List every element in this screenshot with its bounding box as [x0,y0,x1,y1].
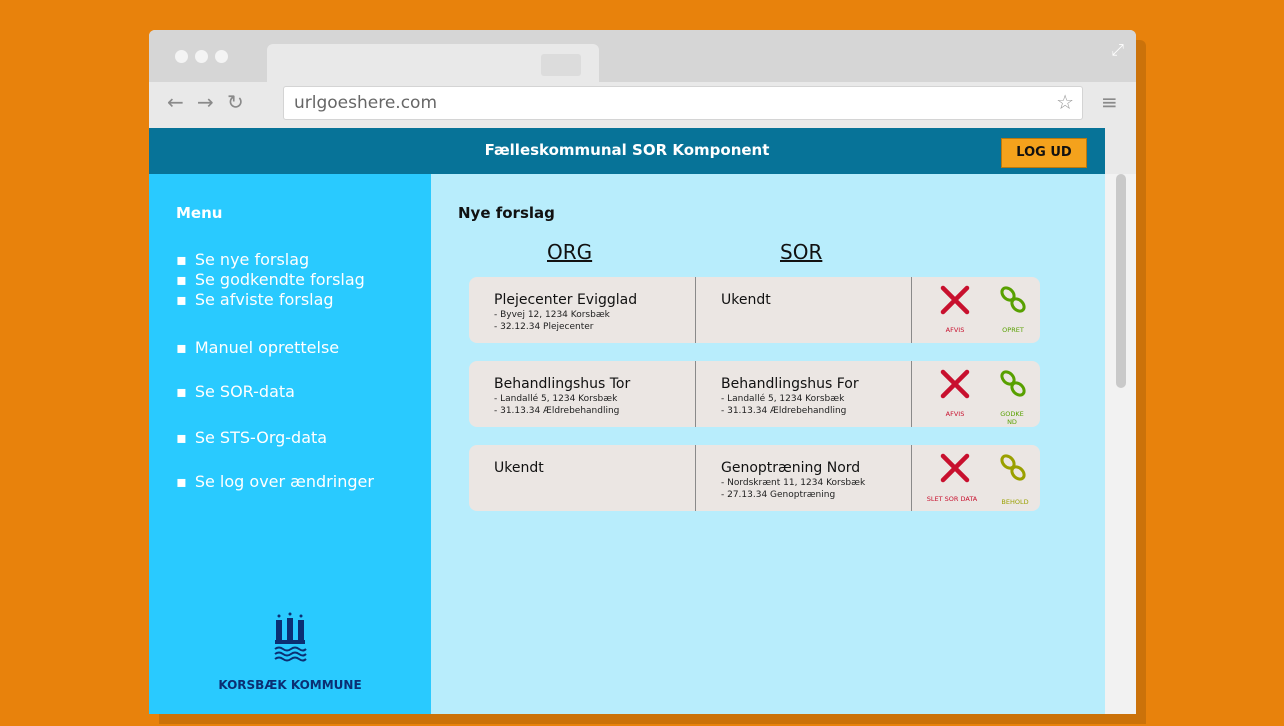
proposal-row: Plejecenter Evigglad - Byvej 12, 1234 Ko… [469,277,1040,343]
accept-button-label[interactable]: OPRET [988,326,1038,334]
sidebar-item-sor-data[interactable]: Se SOR-data [176,382,295,401]
reject-icon[interactable] [940,369,970,399]
new-tab-button[interactable] [541,54,581,76]
sidebar-item-rejected-proposals[interactable]: Se afviste forslag [176,290,334,309]
page-title: Nye forslag [458,204,555,222]
menu-title: Menu [176,204,223,222]
sidebar-item-manual-creation[interactable]: Manuel oprettelse [176,338,339,357]
sor-name: Behandlingshus For [721,376,859,392]
org-code: - 32.12.34 Plejecenter [494,322,594,332]
org-name: Ukendt [494,460,544,476]
accept-button-label[interactable]: BEHOLD [990,498,1040,506]
window-minimize-dot[interactable] [195,50,208,63]
reject-button-label[interactable]: AFVIS [922,410,988,418]
logout-button[interactable]: LOG UD [1001,138,1087,168]
sidebar-item-sts-org-data[interactable]: Se STS-Org-data [176,428,327,447]
org-cell: Behandlingshus Tor - Landallé 5, 1234 Ko… [469,361,696,427]
org-cell: Plejecenter Evigglad - Byvej 12, 1234 Ko… [469,277,696,343]
reload-icon[interactable]: ↻ [227,90,244,114]
app-page: Fælleskommunal SOR Komponent LOG UD Menu… [149,128,1105,714]
link-icon[interactable] [998,285,1028,315]
actions-cell: SLET SOR DATA BEHOLD [912,445,1040,511]
org-cell: Ukendt [469,445,696,511]
proposal-row: Ukendt Genoptræning Nord - Nordskrænt 11… [469,445,1040,511]
scrollbar-thumb[interactable] [1116,174,1126,388]
reject-icon[interactable] [940,453,970,483]
star-icon[interactable]: ☆ [1056,90,1074,114]
municipality-name: KORSBÆK KOMMUNE [218,678,362,692]
app-title: Fælleskommunal SOR Komponent [484,141,770,159]
proposal-row: Behandlingshus Tor - Landallé 5, 1234 Ko… [469,361,1040,427]
accept-button-label[interactable]: GODKEND [998,410,1026,426]
sidebar-item-change-log[interactable]: Se log over ændringer [176,472,374,491]
sor-name: Ukendt [721,292,771,308]
reject-icon[interactable] [940,285,970,315]
sor-cell: Ukendt [696,277,912,343]
window-close-dot[interactable] [175,50,188,63]
link-icon[interactable] [998,453,1028,483]
back-arrow-icon[interactable]: ← [167,90,184,114]
sor-cell: Genoptræning Nord - Nordskrænt 11, 1234 … [696,445,912,511]
sidebar: Menu Se nye forslag Se godkendte forslag… [149,174,431,714]
browser-toolbar: ← → ↻ urlgoeshere.com ☆ ≡ [149,82,1136,126]
actions-cell: AFVIS OPRET [912,277,1040,343]
sor-address: - Nordskrænt 11, 1234 Korsbæk [721,478,866,488]
org-name: Behandlingshus Tor [494,376,631,392]
org-name: Plejecenter Evigglad [494,292,638,308]
forward-arrow-icon[interactable]: → [197,90,214,114]
org-address: - Landallé 5, 1234 Korsbæk [494,394,618,404]
page-scrollbar[interactable] [1105,174,1136,714]
org-address: - Byvej 12, 1234 Korsbæk [494,310,610,320]
window-zoom-dot[interactable] [215,50,228,63]
org-code: - 31.13.34 Ældrebehandling [494,406,620,416]
browser-tab-bar: ⤢ [149,30,1136,84]
sidebar-item-approved-proposals[interactable]: Se godkendte forslag [176,270,365,289]
sor-code: - 31.13.34 Ældrebehandling [721,406,847,416]
sor-cell: Behandlingshus For - Landallé 5, 1234 Ko… [696,361,912,427]
column-header-org: ORG [547,240,593,264]
municipality-logo-icon [149,612,431,668]
main-content: Nye forslag ORG SOR Plejecenter Evigglad… [431,174,1105,714]
address-bar[interactable]: urlgoeshere.com ☆ [283,86,1083,120]
browser-window: ⤢ ← → ↻ urlgoeshere.com ☆ ≡ Fælleskommun… [149,30,1136,714]
reject-button-label[interactable]: SLET SOR DATA [912,495,992,503]
sidebar-item-new-proposals[interactable]: Se nye forslag [176,250,309,269]
reject-button-label[interactable]: AFVIS [922,326,988,334]
sor-code: - 27.13.34 Genoptræning [721,490,836,500]
sor-address: - Landallé 5, 1234 Korsbæk [721,394,845,404]
actions-cell: AFVIS GODKEND [912,361,1040,427]
column-header-sor: SOR [780,240,823,264]
url-text: urlgoeshere.com [294,93,438,113]
hamburger-menu-icon[interactable]: ≡ [1101,90,1118,114]
link-icon[interactable] [998,369,1028,399]
expand-icon[interactable]: ⤢ [1111,40,1124,60]
sor-name: Genoptræning Nord [721,460,861,476]
app-header: Fælleskommunal SOR Komponent LOG UD [149,128,1105,174]
